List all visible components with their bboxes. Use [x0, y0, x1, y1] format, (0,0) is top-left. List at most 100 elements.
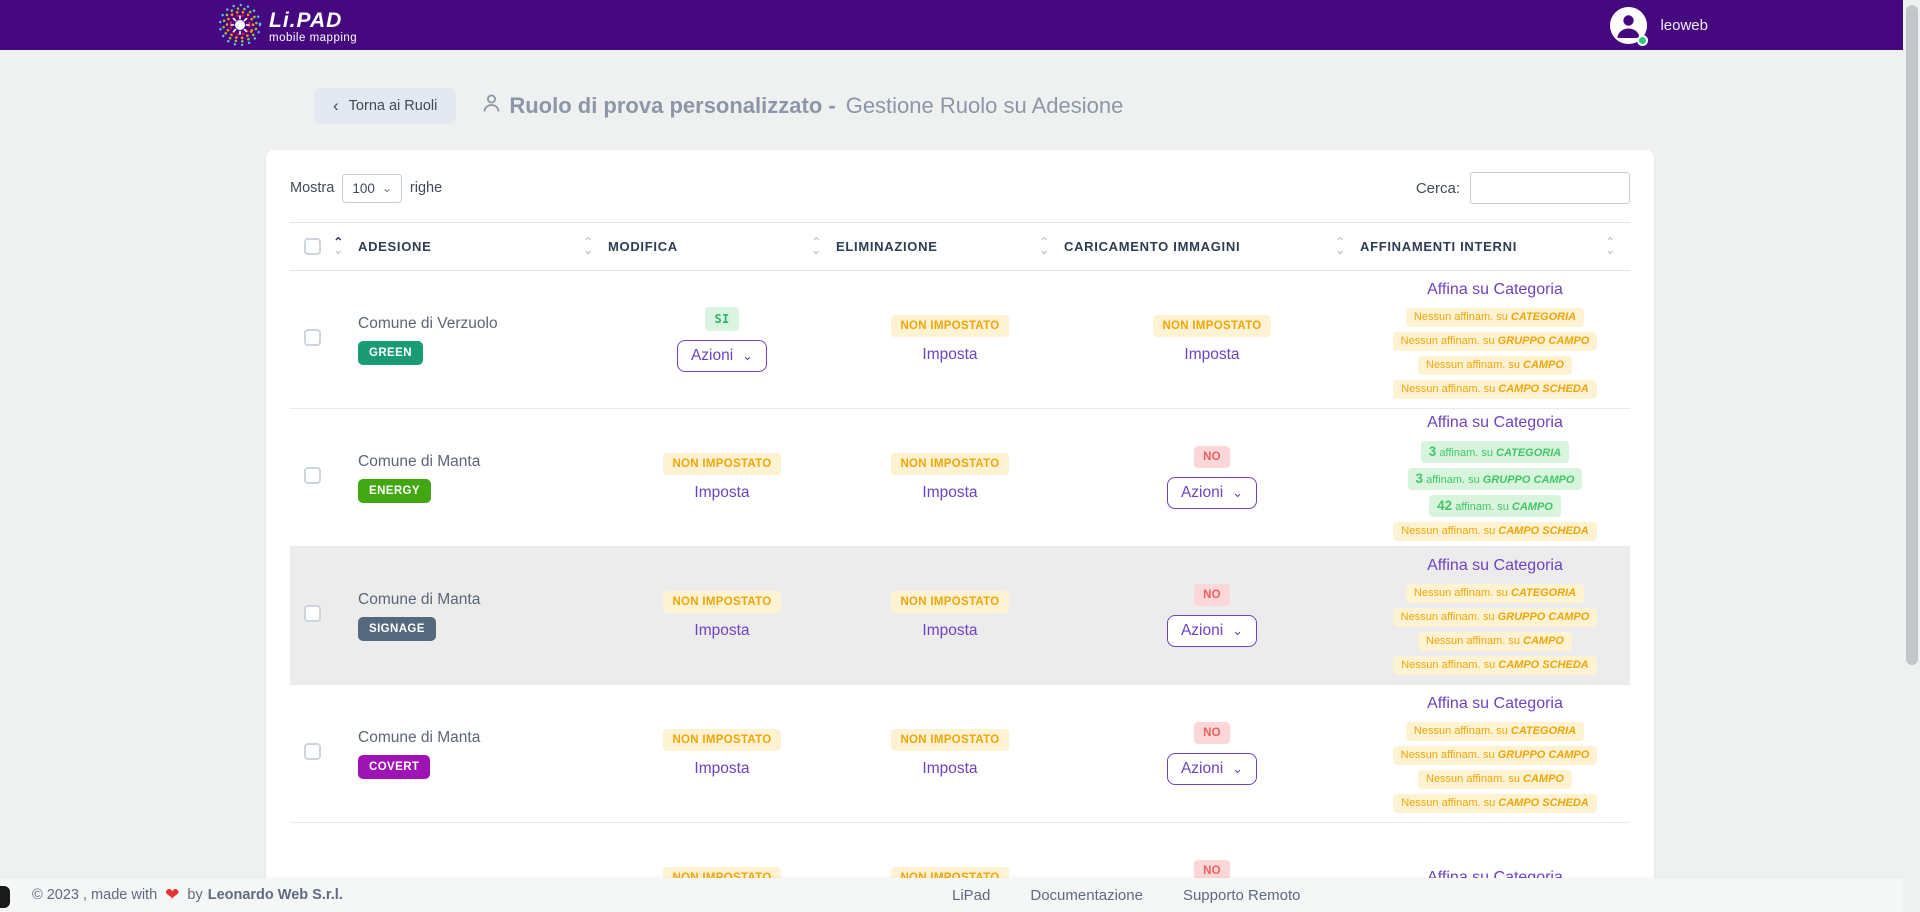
online-status-dot — [1637, 35, 1648, 46]
column-header-select[interactable]: ⌃ ⌄ — [290, 223, 358, 271]
adesione-tag: GREEN — [358, 341, 423, 365]
modifica-imposta-link[interactable]: Imposta — [694, 622, 749, 640]
rows-per-page-value: 100 — [352, 181, 375, 196]
app-logo[interactable]: Li.PAD mobile mapping — [218, 3, 357, 52]
sort-arrows[interactable]: ⌃⌄ — [583, 239, 594, 255]
modifica-azioni-dropdown[interactable]: Azioni⌄ — [677, 340, 767, 372]
rows-label: righe — [410, 180, 442, 196]
affinamento-badge: Nessun affinam. su CATEGORIA — [1406, 308, 1584, 327]
roles-table-card: Mostra 100 ⌄ righe Cerca: — [266, 150, 1654, 912]
caricamento-azioni-dropdown[interactable]: Azioni⌄ — [1167, 615, 1257, 647]
company-name: Leonardo Web S.r.l. — [208, 887, 343, 903]
row-checkbox[interactable] — [304, 467, 321, 484]
affinamento-badge: Nessun affinam. su CAMPO SCHEDA — [1393, 380, 1596, 399]
affinamento-badge: 42 affinam. su CAMPO — [1429, 495, 1561, 517]
footer-link-supporto-remoto[interactable]: Supporto Remoto — [1183, 887, 1301, 904]
eliminazione-status-badge: NON IMPOSTATO — [891, 315, 1008, 337]
column-header-eliminazione[interactable]: ELIMINAZIONE⌃⌄ — [836, 223, 1064, 271]
affina-su-categoria-link[interactable]: Affina su Categoria — [1427, 557, 1563, 575]
modifica-status-badge: NON IMPOSTATO — [663, 453, 780, 475]
affinamento-badge: 3 affinam. su CATEGORIA — [1421, 441, 1569, 463]
page-title: Ruolo di prova personalizzato - Gestione… — [482, 93, 1123, 119]
affina-su-categoria-link[interactable]: Affina su Categoria — [1427, 695, 1563, 713]
page-title-section: Gestione Ruolo su Adesione — [846, 93, 1124, 119]
footer-link-lipad[interactable]: LiPad — [952, 887, 990, 904]
affinamento-badge: Nessun affinam. su CATEGORIA — [1406, 584, 1584, 603]
caricamento-status-badge: NO — [1194, 446, 1230, 468]
eliminazione-imposta-link[interactable]: Imposta — [922, 346, 977, 364]
table-header-row: ⌃ ⌄ ADESIONE⌃⌄MODIFICA⌃⌄ELIMINAZIONE⌃⌄CA… — [290, 223, 1630, 271]
chevron-down-icon: ⌄ — [382, 185, 392, 191]
column-header-modifica[interactable]: MODIFICA ⌃⌄ — [608, 223, 836, 271]
rows-per-page-select[interactable]: 100 ⌄ — [342, 174, 402, 203]
top-navbar: Li.PAD mobile mapping leoweb — [0, 0, 1920, 50]
table-row: Comune di MantaENERGYNON IMPOSTATOImpost… — [290, 409, 1630, 547]
table-controls: Mostra 100 ⌄ righe Cerca: — [290, 170, 1630, 206]
modifica-imposta-link[interactable]: Imposta — [694, 760, 749, 778]
row-checkbox[interactable] — [304, 329, 321, 346]
scrollbar-thumb[interactable] — [1906, 5, 1918, 665]
chevron-down-icon: ⌄ — [1232, 490, 1243, 496]
row-checkbox[interactable] — [304, 743, 321, 760]
caricamento-azioni-dropdown[interactable]: Azioni⌄ — [1167, 477, 1257, 509]
caricamento-imposta-link[interactable]: Imposta — [1184, 346, 1239, 364]
column-label: MODIFICA — [608, 239, 678, 254]
sort-down-icon: ⌄ — [1039, 247, 1050, 255]
sort-down-icon: ⌄ — [1335, 247, 1346, 255]
affinamento-badge: Nessun affinam. su CAMPO — [1418, 356, 1572, 375]
eliminazione-imposta-link[interactable]: Imposta — [922, 622, 977, 640]
copyright: © 2023 , made with ❤ by Leonardo Web S.r… — [32, 885, 343, 905]
logo-sunburst-icon — [218, 3, 262, 52]
affina-su-categoria-link[interactable]: Affina su Categoria — [1427, 281, 1563, 299]
username: leoweb — [1660, 17, 1708, 34]
affinamento-badge: Nessun affinam. su CATEGORIA — [1406, 722, 1584, 741]
adesione-tag: COVERT — [358, 755, 430, 779]
affinamento-badge: Nessun affinam. su GRUPPO CAMPO — [1393, 332, 1598, 351]
logo-title: Li.PAD — [269, 10, 357, 31]
affina-su-categoria-link[interactable]: Affina su Categoria — [1427, 414, 1563, 432]
affinamento-badge: Nessun affinam. su CAMPO — [1418, 632, 1572, 651]
back-button[interactable]: ‹ Torna ai Ruoli — [314, 88, 456, 124]
sort-down-icon: ⌄ — [1605, 247, 1616, 255]
select-all-checkbox[interactable] — [304, 238, 321, 255]
rows-per-page-control: Mostra 100 ⌄ righe — [290, 174, 442, 203]
table-row: Comune di Verzuolo GREEN SI Azioni⌄ NON IMPO… — [290, 271, 1630, 409]
eliminazione-imposta-link[interactable]: Imposta — [922, 484, 977, 502]
logo-subtitle: mobile mapping — [269, 33, 357, 45]
footer-links: LiPad Documentazione Supporto Remoto — [952, 887, 1301, 904]
modifica-imposta-link[interactable]: Imposta — [694, 484, 749, 502]
table-row: Comune di MantaCOVERTNON IMPOSTATOImpost… — [290, 685, 1630, 823]
affinamento-badge: Nessun affinam. su CAMPO SCHEDA — [1393, 656, 1596, 675]
adesione-name: Comune di Verzuolo — [358, 315, 608, 333]
eliminazione-imposta-link[interactable]: Imposta — [922, 760, 977, 778]
sort-arrows[interactable]: ⌃⌄ — [1605, 239, 1616, 255]
back-button-label: Torna ai Ruoli — [349, 98, 438, 114]
avatar — [1610, 7, 1647, 44]
chevron-left-icon: ‹ — [333, 101, 339, 111]
person-icon — [482, 93, 501, 119]
search-input[interactable] — [1470, 172, 1630, 204]
caricamento-azioni-dropdown[interactable]: Azioni⌄ — [1167, 753, 1257, 785]
sort-arrows[interactable]: ⌃⌄ — [1039, 239, 1050, 255]
adesione-name: Comune di Manta — [358, 729, 608, 747]
user-menu[interactable]: leoweb — [1610, 7, 1708, 44]
caricamento-status-badge: NO — [1194, 584, 1230, 606]
sort-arrows[interactable]: ⌃ ⌄ — [333, 239, 344, 255]
affinamento-badge: Nessun affinam. su CAMPO SCHEDA — [1393, 794, 1596, 813]
sort-arrows[interactable]: ⌃⌄ — [1335, 239, 1346, 255]
modifica-status-badge: SI — [705, 307, 738, 331]
chevron-down-icon: ⌄ — [1232, 766, 1243, 772]
column-header-adesione[interactable]: ADESIONE⌃⌄ — [358, 223, 608, 271]
sort-down-icon: ⌄ — [583, 247, 594, 255]
roles-table: ⌃ ⌄ ADESIONE⌃⌄MODIFICA⌃⌄ELIMINAZIONE⌃⌄CA… — [290, 222, 1630, 912]
column-header-affinamenti[interactable]: AFFINAMENTI INTERNI⌃⌄ — [1360, 223, 1630, 271]
table-row: Comune di MantaSIGNAGENON IMPOSTATOImpos… — [290, 547, 1630, 685]
corner-widget — [0, 886, 10, 908]
row-checkbox[interactable] — [304, 605, 321, 622]
sort-arrows[interactable]: ⌃⌄ — [811, 239, 822, 255]
footer-link-documentazione[interactable]: Documentazione — [1030, 887, 1143, 904]
scrollbar[interactable] — [1903, 0, 1920, 912]
heart-icon: ❤ — [165, 885, 179, 905]
affinamento-badge: Nessun affinam. su GRUPPO CAMPO — [1393, 608, 1598, 627]
column-header-caricamento[interactable]: CARICAMENTO IMMAGINI⌃⌄ — [1064, 223, 1360, 271]
